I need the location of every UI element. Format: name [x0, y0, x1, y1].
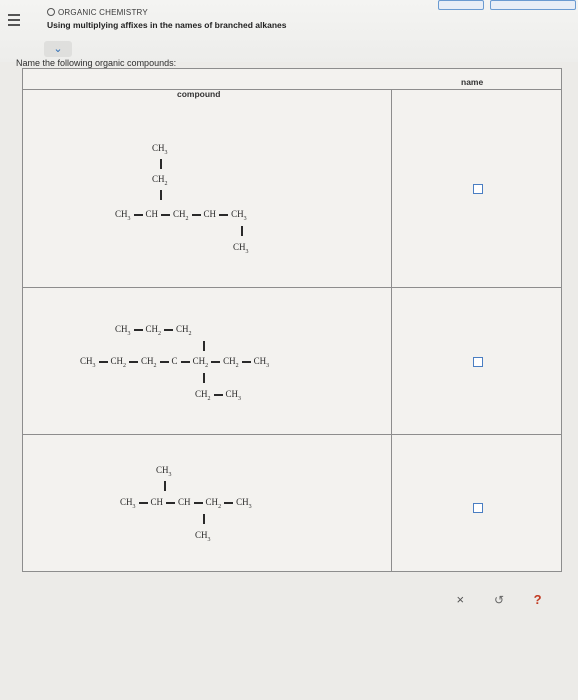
group-ch3-bottom: CH3: [233, 242, 249, 255]
bond-vertical: [203, 514, 205, 524]
group-ch3-bottom: CH3: [195, 530, 211, 543]
group-ch2-top: CH2: [152, 174, 168, 187]
clear-icon[interactable]: ×: [448, 588, 472, 612]
bond-vertical: [164, 481, 166, 491]
undo-icon[interactable]: ↺: [487, 588, 511, 612]
header-divider: [23, 89, 561, 90]
progress-bars: [434, 0, 578, 10]
progress-segment: [490, 0, 576, 10]
answer-input-3[interactable]: [473, 503, 483, 513]
column-header-name: name: [461, 77, 484, 87]
question-prompt: Name the following organic compounds:: [16, 58, 177, 68]
column-header-compound: compound: [177, 89, 221, 99]
main-chain: CH3 CH CH CH2 CH3: [120, 497, 252, 510]
answer-controls: × ↺ ?: [441, 586, 557, 614]
group-ch3-top: CH3: [156, 465, 172, 478]
chevron-down-icon[interactable]: ⌄: [44, 41, 72, 57]
bond-vertical: [160, 190, 162, 200]
row-divider: [23, 434, 561, 435]
answer-input-1[interactable]: [473, 184, 483, 194]
bond-vertical: [241, 226, 243, 236]
bond-vertical: [203, 341, 205, 351]
assignment-header: ORGANIC CHEMISTRY Using multiplying affi…: [0, 0, 578, 62]
answer-input-2[interactable]: [473, 357, 483, 367]
bond-vertical: [160, 159, 162, 169]
bottom-branch: CH2 CH3: [195, 389, 242, 402]
help-icon[interactable]: ?: [526, 588, 550, 612]
topic-label: ORGANIC CHEMISTRY: [47, 8, 148, 17]
compounds-table: name compound CH3 CH2 CH3 CH CH2 CH CH3 CH3 …: [22, 68, 562, 572]
menu-icon[interactable]: [8, 14, 20, 28]
progress-segment: [438, 0, 484, 10]
group-ch3-top: CH3: [152, 143, 168, 156]
bond-vertical: [203, 373, 205, 383]
main-chain: CH3 CH CH2 CH CH3: [115, 209, 247, 222]
top-branch: CH3 CH2 CH2: [115, 324, 192, 337]
main-chain: CH3 CH2 CH2 C CH2 CH2 CH3: [80, 356, 270, 369]
column-divider: [391, 89, 392, 571]
circle-icon: [47, 8, 55, 16]
assignment-title: Using multiplying affixes in the names o…: [47, 20, 287, 30]
row-divider: [23, 287, 561, 288]
